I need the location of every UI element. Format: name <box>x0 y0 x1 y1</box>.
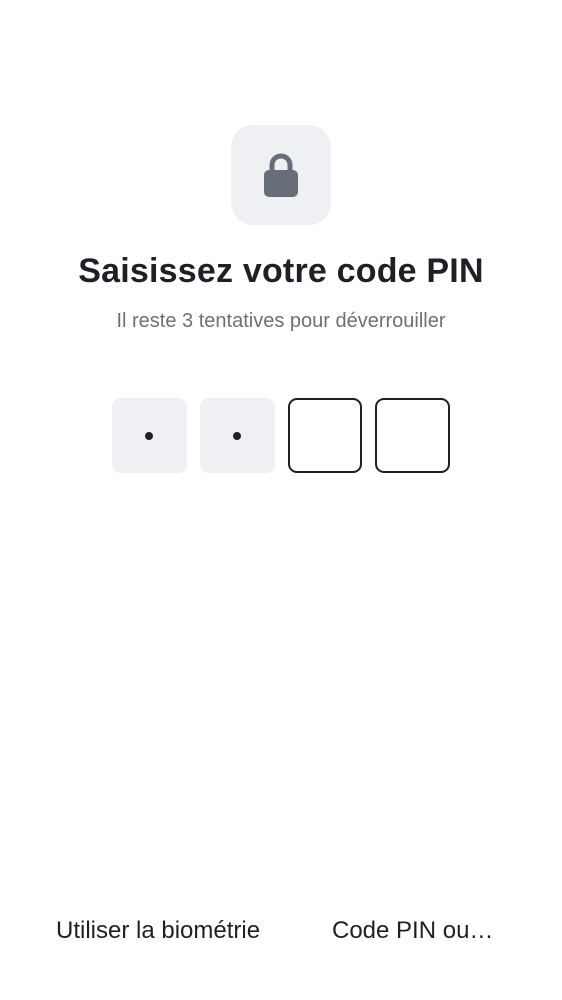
bottom-actions: Utiliser la biométrie Code PIN ou… <box>0 910 562 952</box>
pin-dot <box>233 431 242 440</box>
pin-digit-2[interactable] <box>199 398 275 473</box>
pin-digit-1[interactable] <box>112 398 187 473</box>
pin-digit-4[interactable] <box>375 398 450 473</box>
lock-tile <box>231 125 331 225</box>
lock-icon <box>263 152 299 198</box>
attempts-remaining-text: Il reste 3 tentatives pour déverrouiller <box>116 310 446 332</box>
use-biometrics-button[interactable]: Utiliser la biométrie <box>56 910 260 952</box>
pin-unlock-screen: Saisissez votre code PIN Il reste 3 tent… <box>0 0 562 1000</box>
page-title: Saisissez votre code PIN <box>78 252 484 290</box>
pin-alternative-button[interactable]: Code PIN ou… <box>332 910 493 952</box>
pin-input[interactable] <box>112 398 450 473</box>
pin-digit-3[interactable] <box>287 398 363 473</box>
pin-dot <box>145 431 154 440</box>
